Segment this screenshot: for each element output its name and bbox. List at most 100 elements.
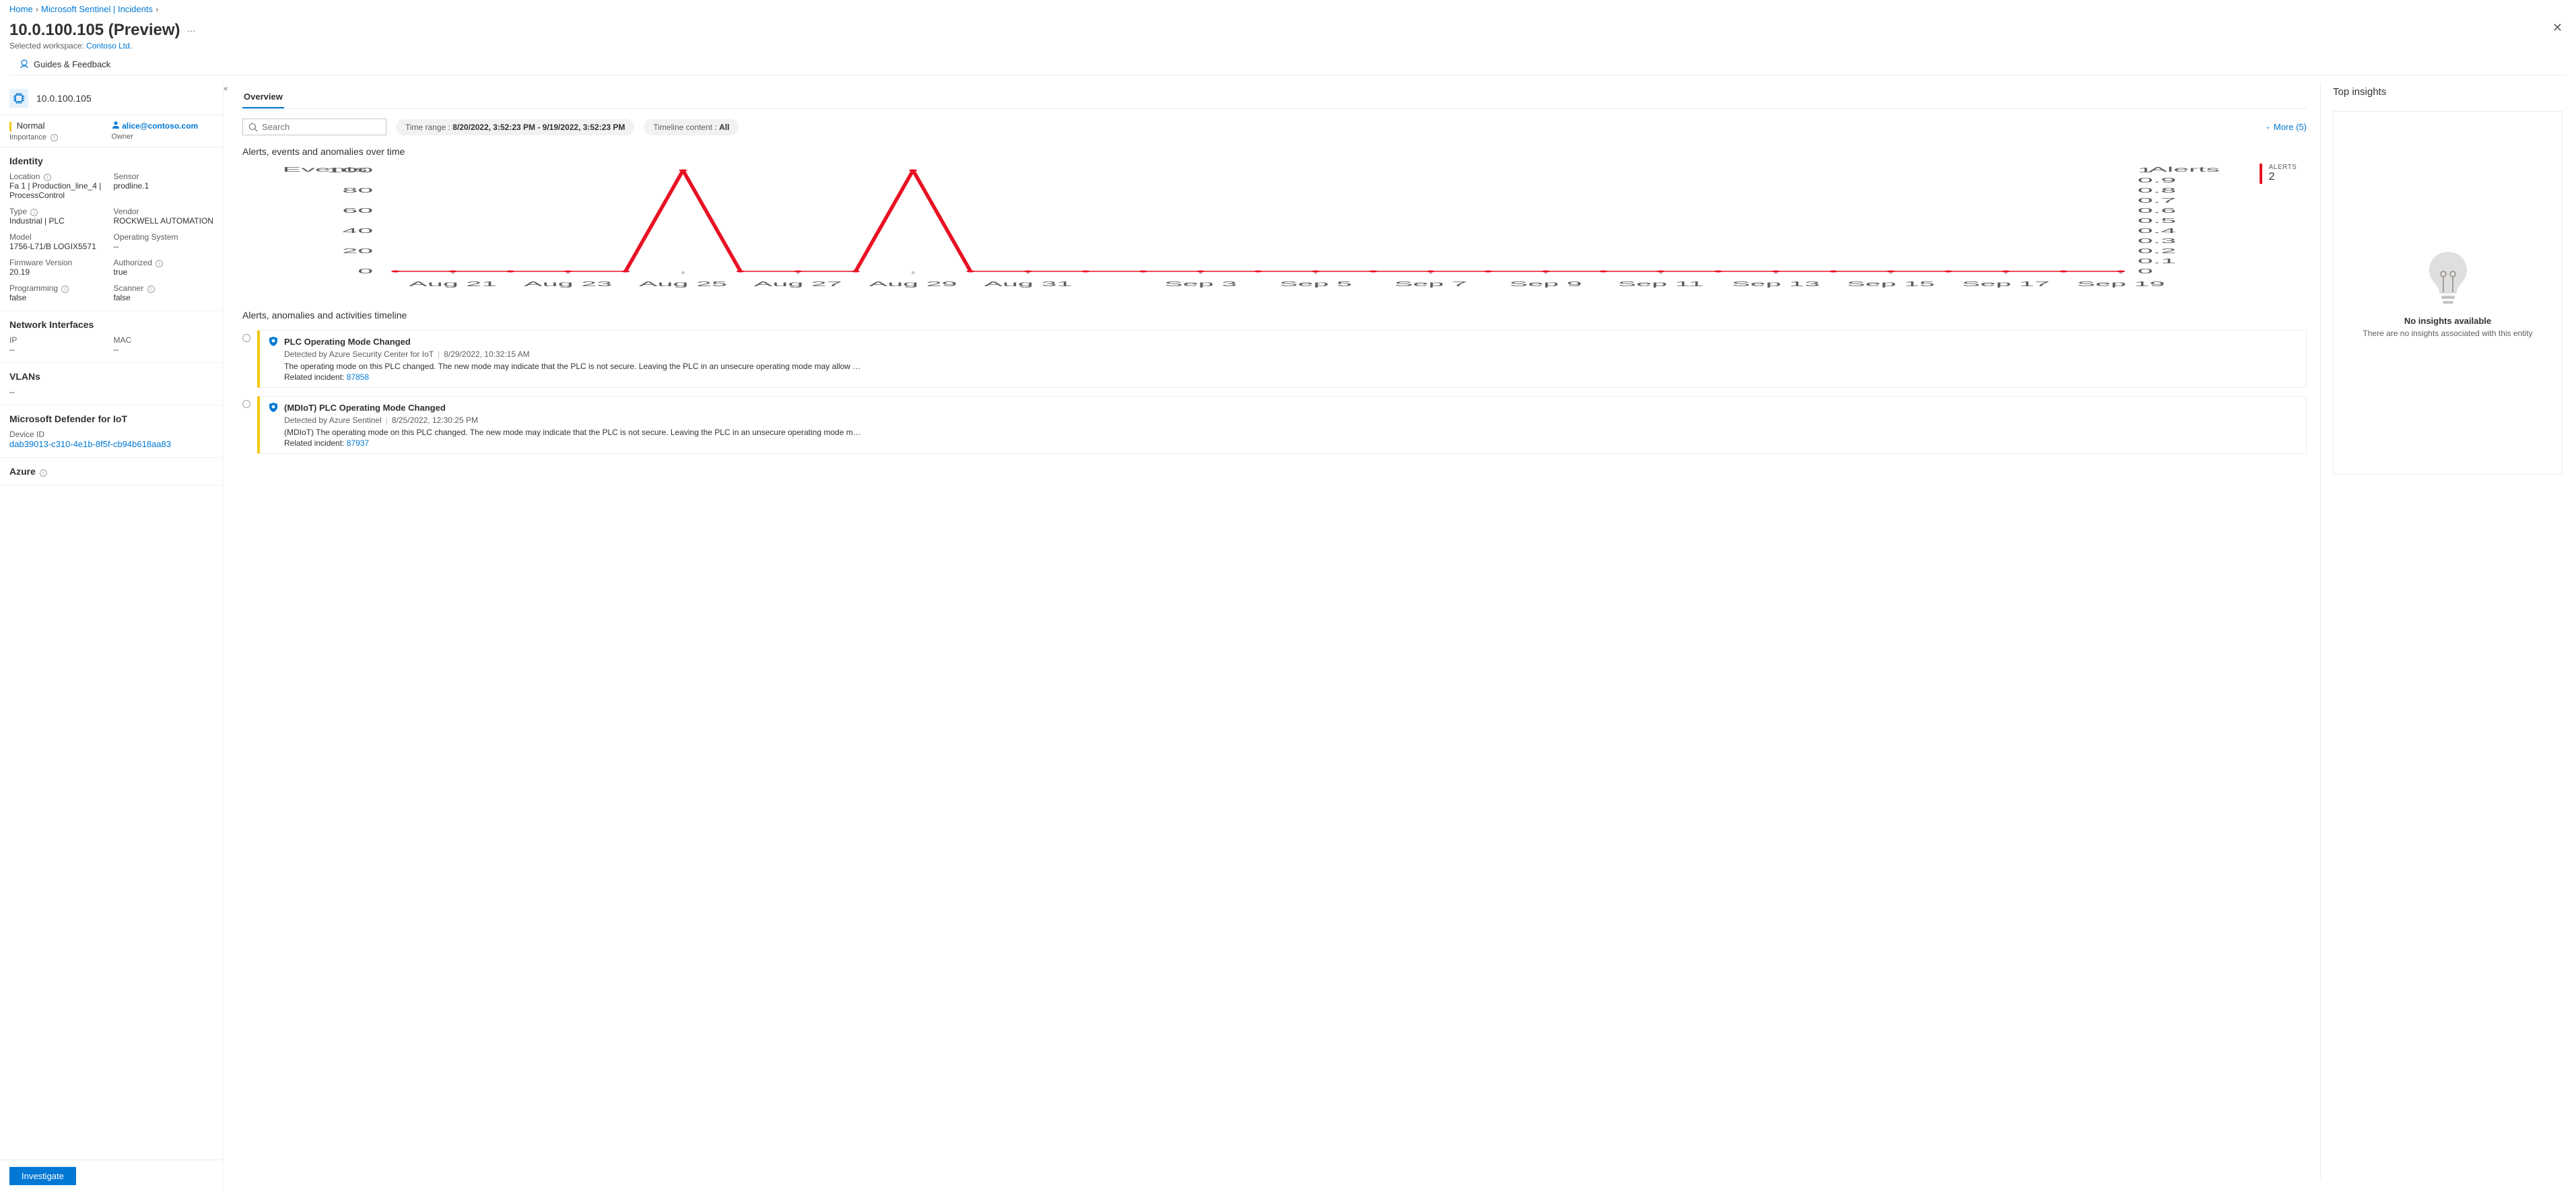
search-input[interactable] [242,119,386,135]
device-id-label: Device ID [9,430,213,439]
svg-text:Sep 9: Sep 9 [1510,280,1582,288]
time-range-pill[interactable]: Time range : 8/20/2022, 3:52:23 PM - 9/1… [396,119,634,135]
alert-time: 8/29/2022, 10:32:15 AM [444,349,529,359]
location-label: Location [9,172,40,181]
workspace-label: Selected workspace: [9,41,84,51]
page-header: 10.0.100.105 (Preview) ··· Selected work… [0,18,2576,82]
importance-level: Normal [17,121,45,131]
os-value: -- [114,242,214,251]
scanner-label: Scanner [114,283,144,293]
radio-icon[interactable] [242,334,250,342]
svg-text:0.8: 0.8 [2138,187,2176,194]
svg-text:60: 60 [342,207,373,214]
authorized-value: true [114,267,214,277]
search-field[interactable] [262,122,380,132]
defender-heading: Microsoft Defender for IoT [9,413,213,424]
azure-section: Azure i [0,458,223,486]
chevron-right-icon: › [156,4,158,14]
vlans-section: VLANs -- [0,363,223,405]
device-id-link[interactable]: dab39013-c310-4e1b-8f5f-cb94b618aa83 [9,439,171,449]
svg-text:Sep 15: Sep 15 [1847,280,1935,288]
location-value: Fa 1 | Production_line_4 | ProcessContro… [9,181,110,200]
os-label: Operating System [114,232,214,242]
info-icon[interactable]: i [156,260,163,267]
svg-text:Sep 5: Sep 5 [1279,280,1352,288]
toolbar: Guides & Feedback [9,53,2567,75]
vlans-value: -- [9,387,213,397]
tabstrip: Overview [242,86,2307,109]
sensor-label: Sensor [114,172,214,181]
related-incident-link[interactable]: 87937 [347,438,369,448]
timeline-content-pill[interactable]: Timeline content : All [644,119,739,135]
svg-text:Aug 25: Aug 25 [639,280,727,288]
alert-source: Detected by Azure Security Center for Io… [284,349,434,359]
ip-label: IP [9,335,110,345]
severity-bar [2260,164,2262,184]
svg-text:0.3: 0.3 [2138,237,2176,244]
svg-text:Sep 17: Sep 17 [1962,280,2050,288]
svg-text:Aug 23: Aug 23 [524,280,612,288]
alert-source: Detected by Azure Sentinel [284,415,382,425]
breadcrumb-home[interactable]: Home [9,4,33,14]
ip-value: -- [9,345,110,354]
network-section: Network Interfaces IP-- MAC-- [0,311,223,363]
chevron-right-icon: › [36,4,38,14]
firmware-value: 20.19 [9,267,110,277]
info-icon[interactable]: i [30,209,38,216]
entity-name: 10.0.100.105 [36,93,92,104]
investigate-button[interactable]: Investigate [9,1167,76,1185]
defender-section: Microsoft Defender for IoT Device ID dab… [0,405,223,458]
collapse-panel-icon[interactable]: « [224,85,228,93]
alerts-badge: ALERTS 2 [2260,164,2307,294]
svg-text:0: 0 [358,267,373,275]
more-icon[interactable]: ··· [187,26,196,36]
guides-feedback-link[interactable]: Guides & Feedback [34,59,110,69]
programming-label: Programming [9,283,58,293]
svg-text:20: 20 [342,247,373,255]
timeline-heading: Alerts, anomalies and activities timelin… [242,310,2307,321]
info-icon[interactable]: i [40,469,47,477]
svg-text:100: 100 [327,166,373,174]
shield-icon: ! [268,402,279,413]
network-heading: Network Interfaces [9,319,213,330]
related-incident-link[interactable]: 87858 [347,372,369,382]
timeline-list: !PLC Operating Mode ChangedDetected by A… [242,330,2307,454]
programming-value: false [9,293,110,302]
tab-overview[interactable]: Overview [242,86,284,108]
page-title: 10.0.100.105 (Preview) [9,21,180,40]
vendor-value: ROCKWELL AUTOMATION [114,216,214,226]
no-insights-desc: There are no insights associated with th… [2363,329,2532,338]
svg-text:Alerts: Alerts [2148,166,2220,173]
alert-time: 8/25/2022, 12:30:25 PM [392,415,478,425]
svg-text:80: 80 [342,187,373,194]
info-icon[interactable]: i [50,134,58,141]
svg-text:Sep 13: Sep 13 [1732,280,1820,288]
svg-text:0.7: 0.7 [2138,197,2176,204]
alert-title: (MDIoT) PLC Operating Mode Changed [284,403,446,413]
breadcrumb: Home › Microsoft Sentinel | Incidents › [0,0,2576,18]
info-icon[interactable]: i [44,174,51,181]
insights-heading: Top insights [2333,86,2563,98]
workspace-link[interactable]: Contoso Ltd. [86,41,132,51]
svg-text:Sep 3: Sep 3 [1164,280,1237,288]
chevron-down-icon: ⌄ [2265,123,2270,131]
feedback-icon [19,59,30,69]
close-icon[interactable]: ✕ [2552,21,2563,35]
info-icon[interactable]: i [61,286,69,293]
breadcrumb-sentinel[interactable]: Microsoft Sentinel | Incidents [41,4,153,14]
alert-card: ! (MDIoT) PLC Operating Mode Changed Detec… [257,396,2307,454]
importance-label: Importance [9,133,46,141]
timeline-item[interactable]: ! (MDIoT) PLC Operating Mode Changed Detec… [242,396,2307,454]
insights-panel: Top insights No insights available There… [2320,82,2563,1178]
radio-icon[interactable] [242,400,250,408]
info-icon[interactable]: i [147,286,155,293]
more-link[interactable]: ⌄More (5) [2265,122,2307,132]
vendor-label: Vendor [114,207,214,216]
owner-link[interactable]: alice@contoso.com [122,121,198,131]
alerts-label: ALERTS [2269,164,2297,171]
identity-section: Identity Location iFa 1 | Production_lin… [0,147,223,311]
timeline-item[interactable]: !PLC Operating Mode ChangedDetected by A… [242,330,2307,388]
vlans-heading: VLANs [9,371,213,382]
alerts-count: 2 [2269,171,2297,183]
related-label: Related incident: [284,438,347,448]
